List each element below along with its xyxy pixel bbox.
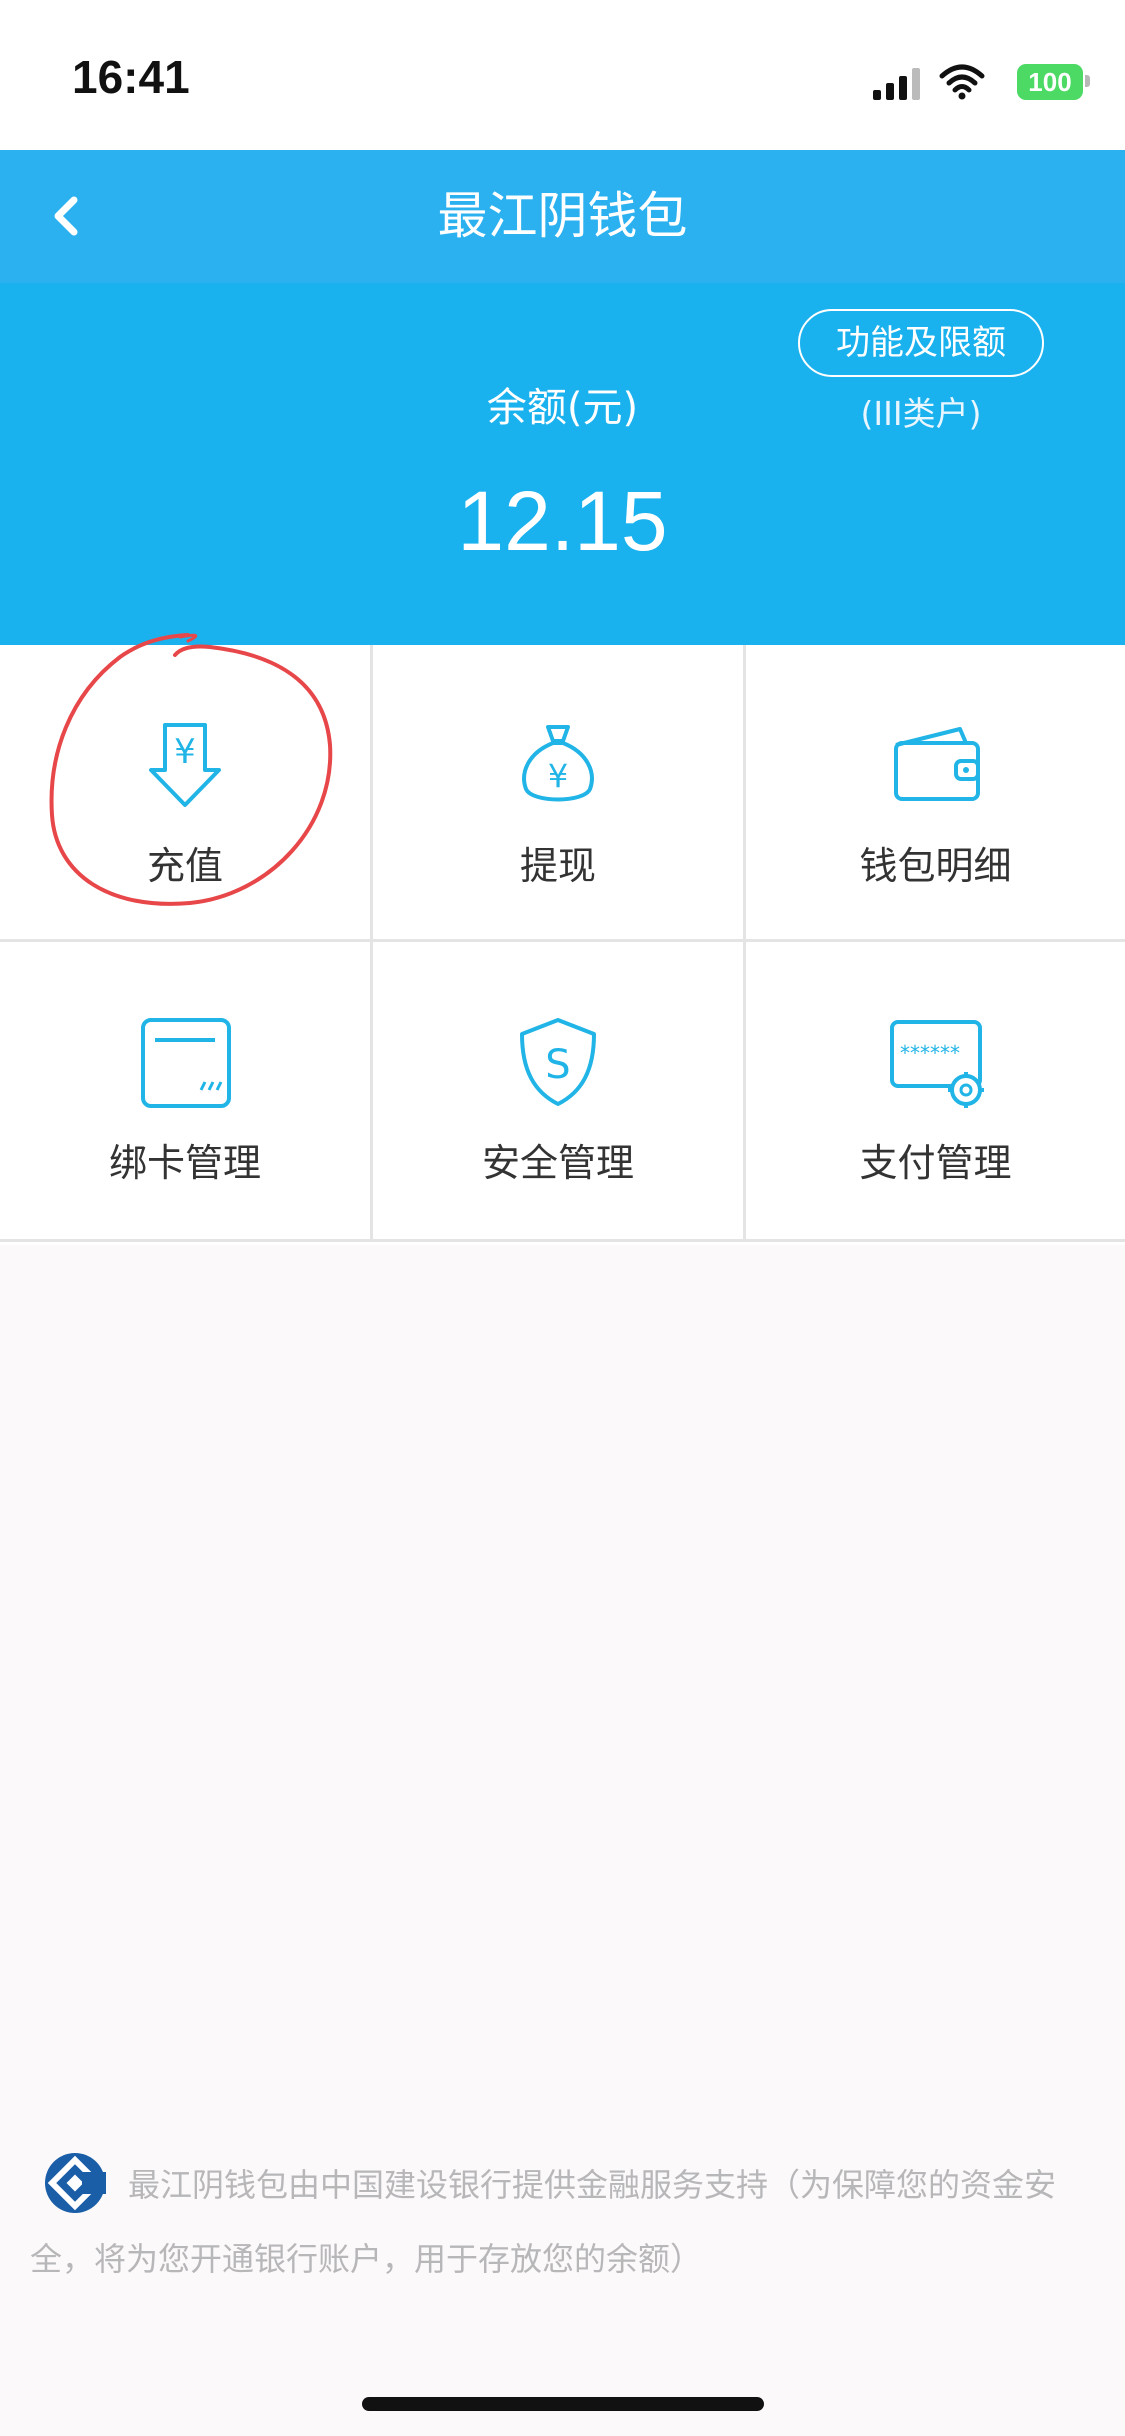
status-icons: 100 bbox=[863, 60, 1093, 102]
menu-label-withdraw: 提现 bbox=[519, 844, 596, 888]
function-menu: ¥ 充值 ¥ 提现 钱包明细 绑卡管理 S 安全管理 ****** 支付管理 bbox=[0, 645, 1125, 1245]
menu-label-payment: 支付管理 bbox=[859, 1141, 1012, 1185]
balance-panel: 功能及限额 (III类户) 余额(元) 12.15 bbox=[0, 283, 1125, 645]
status-bar: 16:41 100 bbox=[0, 0, 1125, 150]
wifi-icon bbox=[939, 64, 985, 100]
menu-label-recharge: 充值 bbox=[146, 844, 223, 888]
shield-icon: S bbox=[508, 1012, 608, 1112]
menu-item-wallet-details[interactable]: 钱包明细 bbox=[746, 645, 1125, 942]
bank-card-icon bbox=[135, 1012, 235, 1112]
footer-note: 最江阴钱包由中国建设银行提供金融服务支持（为保障您的资金安全，将为您开通银行账户… bbox=[30, 2148, 1090, 2296]
menu-label-card-binding: 绑卡管理 bbox=[108, 1141, 261, 1185]
payment-password-gear-icon: ****** bbox=[886, 1012, 986, 1112]
footer-note-text: 最江阴钱包由中国建设银行提供金融服务支持（为保障您的资金安全，将为您开通银行账户… bbox=[30, 2166, 1057, 2278]
limits-button[interactable]: 功能及限额 bbox=[798, 309, 1044, 377]
balance-amount: 12.15 bbox=[457, 474, 668, 568]
home-indicator bbox=[362, 2397, 764, 2411]
menu-item-recharge[interactable]: ¥ 充值 bbox=[0, 645, 373, 942]
svg-text:******: ****** bbox=[900, 1041, 960, 1065]
menu-item-card-binding[interactable]: 绑卡管理 bbox=[0, 942, 373, 1242]
svg-text:S: S bbox=[545, 1042, 570, 1088]
menu-item-payment[interactable]: ****** 支付管理 bbox=[746, 942, 1125, 1242]
nav-bar: 最江阴钱包 bbox=[0, 150, 1125, 283]
menu-label-wallet-details: 钱包明细 bbox=[859, 844, 1012, 888]
wallet-icon bbox=[886, 715, 986, 815]
menu-label-security: 安全管理 bbox=[481, 1141, 634, 1185]
money-bag-icon: ¥ bbox=[508, 715, 608, 815]
ccb-bank-logo-icon bbox=[45, 2153, 106, 2213]
svg-text:¥: ¥ bbox=[174, 732, 196, 772]
menu-item-security[interactable]: S 安全管理 bbox=[373, 942, 746, 1242]
menu-item-withdraw[interactable]: ¥ 提现 bbox=[373, 645, 746, 942]
svg-text:¥: ¥ bbox=[548, 757, 568, 795]
recharge-yuan-arrow-icon: ¥ bbox=[135, 715, 235, 815]
battery-tip bbox=[1085, 75, 1090, 87]
balance-label: 余额(元) bbox=[486, 385, 639, 431]
page-title: 最江阴钱包 bbox=[437, 187, 688, 245]
signal-icon bbox=[873, 68, 920, 100]
status-time: 16:41 bbox=[72, 51, 190, 103]
battery-indicator: 100 bbox=[1017, 64, 1083, 100]
